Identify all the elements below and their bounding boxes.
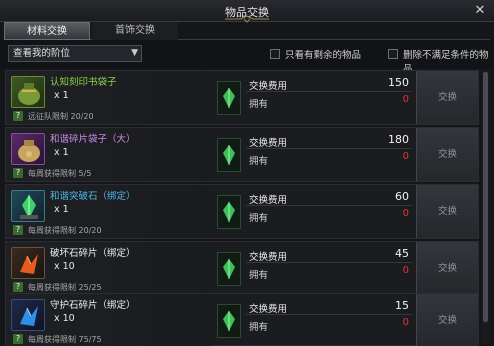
question-icon[interactable]: ? [13,225,23,235]
chevron-down-icon: ▼ [131,48,138,58]
question-icon[interactable]: ? [13,111,23,121]
question-icon[interactable]: ? [13,168,23,178]
item-limit: 每周获得限制 5/5 [28,169,92,178]
divider [246,262,412,263]
item-limit: 远征队限制 20/20 [28,112,94,121]
item-name: 和谐碎片袋子（大） [50,134,136,145]
item-limit: 每周获得限制 75/75 [28,335,102,344]
question-icon[interactable]: ? [13,334,23,344]
owned-label: 拥有 [249,156,269,167]
cost-label: 交换费用 [249,304,288,315]
cost-value: 150 [388,76,409,89]
owned-value: 0 [402,94,409,105]
exchange-button[interactable]: 交换 [416,294,478,346]
list-item: 破坏石碎片（绑定） x 10 ? 每周获得限制 25/25 交换费用 拥有 45… [5,241,479,296]
divider [246,314,412,315]
owned-value: 0 [402,151,409,162]
item-limit: 每周获得限制 25/25 [28,283,102,292]
item-limit: 每周获得限制 20/20 [28,226,102,235]
currency-crystal-icon [217,252,241,286]
currency-crystal-icon [217,81,241,115]
owned-label: 拥有 [249,270,269,281]
list-item: 和谐碎片袋子（大） x 1 ? 每周获得限制 5/5 交换费用 拥有 180 0… [5,127,479,182]
item-name: 守护石碎片（绑定） [50,300,136,311]
owned-label: 拥有 [249,322,269,333]
list-item: 认知刻印书袋子 x 1 ? 远征队限制 20/20 交换费用 拥有 150 0 … [5,70,479,125]
owned-value: 0 [402,208,409,219]
item-quantity: x 10 [54,313,75,324]
divider [246,91,412,92]
cost-label: 交换费用 [249,195,288,206]
item-quantity: x 1 [54,90,69,101]
exchange-button[interactable]: 交换 [416,185,478,238]
currency-crystal-icon [217,195,241,229]
item-info: 认知刻印书袋子 x 1 ? 远征队限制 20/20 [6,71,211,124]
cost-value: 45 [395,247,409,260]
exchange-button[interactable]: 交换 [416,242,478,295]
exchange-window: 物品交换 ✕ 材料交换 首饰交换 查看我的阶位 ▼ 只看有剩余的物品 删除不满足… [0,0,494,346]
question-icon[interactable]: ? [13,282,23,292]
scrollbar-thumb[interactable] [483,72,488,322]
red-shard-icon[interactable] [11,247,45,279]
divider [246,205,412,206]
cost-value: 15 [395,299,409,312]
only-remaining-checkbox[interactable] [270,49,280,59]
list-item: 和谐突破石（绑定） x 1 ? 每周获得限制 20/20 交换费用 拥有 60 … [5,184,479,239]
exchange-button[interactable]: 交换 [416,71,478,124]
purple-pouch-icon[interactable] [11,133,45,165]
cost-label: 交换费用 [249,81,288,92]
tab-materials[interactable]: 材料交换 [4,22,90,40]
owned-label: 拥有 [249,213,269,224]
cost-label: 交换费用 [249,138,288,149]
tier-select-value: 查看我的阶位 [13,48,71,59]
item-quantity: x 10 [54,261,75,272]
hide-unmet-checkbox[interactable] [388,49,398,59]
item-info: 和谐碎片袋子（大） x 1 ? 每周获得限制 5/5 [6,128,211,181]
owned-label: 拥有 [249,99,269,110]
item-info: 守护石碎片（绑定） x 10 ? 每周获得限制 75/75 [6,294,211,346]
currency-crystal-icon [217,304,241,338]
title-bar: 物品交换 ✕ [0,0,494,23]
tier-select[interactable]: 查看我的阶位 ▼ [8,45,142,62]
item-name: 破坏石碎片（绑定） [50,248,136,259]
blue-shard-icon[interactable] [11,299,45,331]
item-info: 和谐突破石（绑定） x 1 ? 每周获得限制 20/20 [6,185,211,238]
tab-bar: 材料交换 首饰交换 [4,22,490,40]
item-quantity: x 1 [54,204,69,215]
item-info: 破坏石碎片（绑定） x 10 ? 每周获得限制 25/25 [6,242,211,295]
currency-crystal-icon [217,138,241,172]
close-icon[interactable]: ✕ [472,3,488,19]
green-pouch-icon[interactable] [11,76,45,108]
owned-value: 0 [402,265,409,276]
cost-label: 交换费用 [249,252,288,263]
exchange-button[interactable]: 交换 [416,128,478,181]
green-crystal-icon[interactable] [11,190,45,222]
list-item: 守护石碎片（绑定） x 10 ? 每周获得限制 75/75 交换费用 拥有 15… [5,293,479,346]
item-name: 认知刻印书袋子 [50,77,117,88]
only-remaining-label: 只看有剩余的物品 [285,50,362,61]
cost-value: 60 [395,190,409,203]
cost-value: 180 [388,133,409,146]
item-quantity: x 1 [54,147,69,158]
tab-accessories[interactable]: 首饰交换 [92,22,178,40]
divider [246,148,412,149]
owned-value: 0 [402,317,409,328]
item-name: 和谐突破石（绑定） [50,191,136,202]
